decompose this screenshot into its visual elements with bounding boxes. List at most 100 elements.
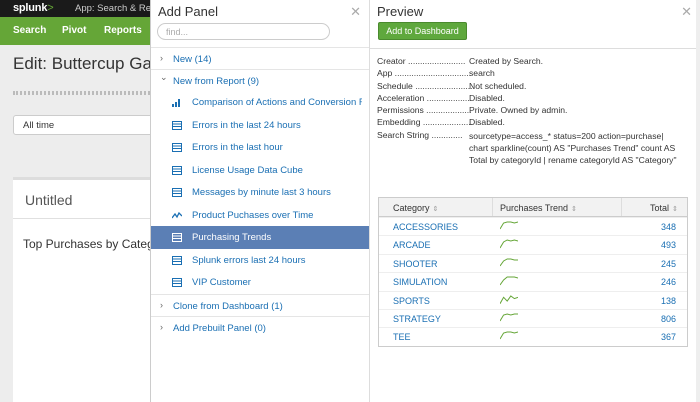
add-panel-sidebar: Add Panel ✕ › New (14) ⌄ New from Report… <box>150 0 370 402</box>
report-item-label: Messages by minute last 3 hours <box>192 187 331 198</box>
table-icon <box>172 188 182 197</box>
report-item[interactable]: Splunk errors last 24 hours <box>151 249 369 272</box>
column-header-total[interactable]: Total ⇕ <box>650 203 678 213</box>
table-icon <box>172 120 182 130</box>
time-range-picker[interactable]: All time <box>13 115 158 135</box>
chevron-down-icon: ⌄ <box>160 72 168 82</box>
scrollbar[interactable] <box>696 0 700 402</box>
results-table: Category ⇕ Purchases Trend ⇕ Total ⇕ ACCESS… <box>378 197 688 347</box>
cell-category[interactable]: TEE <box>393 332 411 342</box>
cell-category[interactable]: SHOOTER <box>393 259 438 269</box>
splunk-logo[interactable]: splunk> <box>13 2 54 14</box>
group-label: Clone from Dashboard (1) <box>173 300 283 312</box>
panel-heading: Top Purchases by Categ <box>23 237 154 251</box>
metadata-value: Disabled. <box>469 117 505 128</box>
report-item[interactable]: Messages by minute last 3 hours <box>151 181 369 204</box>
metadata-row: Permissions ................... Private. … <box>377 105 697 117</box>
metadata-key: Schedule ........................ <box>377 80 473 91</box>
group-new-from-report[interactable]: ⌄ New from Report (9) <box>151 69 369 91</box>
metadata-value: Not scheduled. <box>469 80 527 91</box>
metadata-value: Private. Owned by admin. <box>469 105 568 116</box>
close-icon[interactable]: ✕ <box>681 4 692 20</box>
table-row: SPORTS 138 <box>379 290 687 309</box>
sparkline <box>500 294 518 304</box>
report-item-label: Splunk errors last 24 hours <box>192 254 306 266</box>
metadata-key: Embedding ..................... <box>377 117 474 128</box>
table-icon <box>172 233 182 242</box>
report-item[interactable]: License Usage Data Cube <box>151 159 369 182</box>
add-to-dashboard-button[interactable]: Add to Dashboard <box>378 22 467 40</box>
panel-title[interactable]: Untitled <box>25 192 72 208</box>
chevron-right-icon: › <box>160 321 163 332</box>
cell-total[interactable]: 806 <box>661 314 676 324</box>
cell-total[interactable]: 246 <box>661 277 676 287</box>
cell-total[interactable]: 348 <box>661 222 676 232</box>
group-new[interactable]: › New (14) <box>151 47 369 69</box>
dashboard-background: Edit: Buttercup Ga All time Untitled Top… <box>0 45 158 402</box>
column-header-purchases-trend[interactable]: Purchases Trend ⇕ <box>500 203 577 213</box>
cell-total[interactable]: 367 <box>661 332 676 342</box>
chevron-right-icon: › <box>160 299 163 310</box>
metadata-row: Creator ........................ Created … <box>377 56 697 68</box>
table-row: STRATEGY 806 <box>379 308 687 327</box>
table-icon <box>172 255 182 265</box>
report-item-label: VIP Customer <box>192 277 251 288</box>
close-icon[interactable]: ✕ <box>350 4 361 20</box>
cell-category[interactable]: ARCADE <box>393 240 431 250</box>
search-string-value: sourcetype=access_* status=200 action=pu… <box>469 130 677 166</box>
metadata-value: Disabled. <box>469 92 505 103</box>
cell-category[interactable]: SPORTS <box>393 296 430 306</box>
report-item[interactable]: Purchasing Trends <box>151 226 369 249</box>
panel-divider <box>13 218 158 219</box>
table-icon <box>172 143 182 152</box>
add-panel-title: Add Panel <box>158 4 218 19</box>
cell-total[interactable]: 138 <box>661 296 676 306</box>
report-item-label: Errors in the last hour <box>192 142 283 153</box>
report-item-label: License Usage Data Cube <box>192 164 303 176</box>
table-header: Category ⇕ Purchases Trend ⇕ Total ⇕ <box>379 198 687 217</box>
report-item[interactable]: Product Puchases over Time <box>151 204 369 227</box>
report-item[interactable]: VIP Customer <box>151 271 369 294</box>
report-item-label: Errors in the last 24 hours <box>192 119 301 131</box>
metadata-row-search-string: Search String ............. sourcetype=ac… <box>377 130 697 167</box>
group-clone-from-dashboard[interactable]: › Clone from Dashboard (1) <box>151 293 369 316</box>
metadata-key: App ................................ <box>377 68 472 79</box>
table-icon <box>172 165 182 175</box>
group-label: Add Prebuilt Panel (0) <box>173 322 266 334</box>
report-item-label: Product Puchases over Time <box>192 209 314 221</box>
report-item[interactable]: Errors in the last hour <box>151 136 369 159</box>
nav-reports[interactable]: Reports <box>104 25 142 36</box>
bar-chart-icon <box>172 98 182 107</box>
group-add-prebuilt-panel[interactable]: › Add Prebuilt Panel (0) <box>151 315 369 338</box>
cell-category[interactable]: SIMULATION <box>393 277 447 287</box>
report-item-label: Purchasing Trends <box>192 232 272 243</box>
sparkline <box>500 331 518 340</box>
column-header-category[interactable]: Category ⇕ <box>393 203 438 213</box>
report-item[interactable]: Errors in the last 24 hours <box>151 114 369 137</box>
sparkline <box>500 221 518 230</box>
cell-total[interactable]: 493 <box>661 240 676 250</box>
drag-handle-divider <box>13 91 153 95</box>
line-chart-icon <box>171 211 183 220</box>
cell-total[interactable]: 245 <box>661 259 676 269</box>
sparkline <box>500 239 518 249</box>
metadata-key: Creator ........................ <box>377 56 466 66</box>
report-metadata: Creator ........................ Created … <box>377 56 697 167</box>
metadata-row: Embedding ..................... Disabled. <box>377 117 697 129</box>
report-item[interactable]: Comparison of Actions and Conversion R..… <box>151 91 369 114</box>
cell-category[interactable]: ACCESSORIES <box>393 222 458 232</box>
app-menu[interactable]: App: Search & Repo <box>75 3 162 14</box>
find-input[interactable] <box>157 23 330 40</box>
cell-category[interactable]: STRATEGY <box>393 314 441 324</box>
metadata-row: App ................................ sear… <box>377 68 697 80</box>
group-label: New from Report (9) <box>173 76 260 87</box>
report-item-label: Comparison of Actions and Conversion R..… <box>192 97 362 108</box>
nav-search[interactable]: Search <box>13 25 46 36</box>
nav-pivot[interactable]: Pivot <box>62 25 86 36</box>
table-icon <box>172 278 182 287</box>
metadata-key: Acceleration .................. <box>377 92 470 103</box>
metadata-row: Acceleration .................. Disabled. <box>377 93 697 105</box>
add-panel-list: › New (14) ⌄ New from Report (9) Compari… <box>151 47 369 338</box>
metadata-value: Created by Search. <box>469 56 544 66</box>
metadata-row: Schedule ........................ Not sch… <box>377 81 697 93</box>
